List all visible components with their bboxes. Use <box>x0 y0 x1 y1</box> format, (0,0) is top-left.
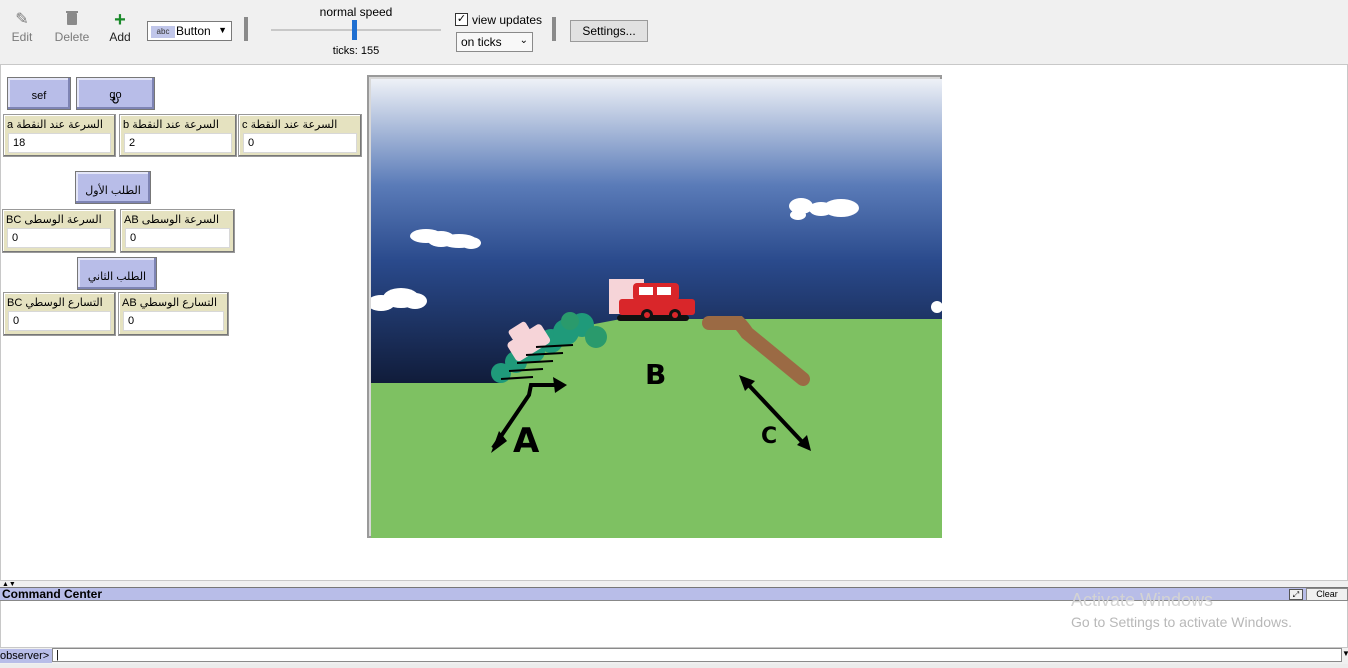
world-canvas: A B C <box>371 79 942 538</box>
monitor-label: c السرعة عند النقطة <box>242 119 338 131</box>
add-button[interactable]: + Add <box>100 10 140 44</box>
pane-splitter[interactable]: ▲▼ <box>0 580 1348 588</box>
history-dropdown-icon[interactable]: ▼ <box>1342 649 1348 658</box>
edit-button[interactable]: ✎ Edit <box>2 10 42 44</box>
monitor-speed-b: b السرعة عند النقطة 2 <box>119 114 237 157</box>
delete-button[interactable]: Delete <box>52 10 92 44</box>
label-a: A <box>513 421 540 461</box>
speed-slider-thumb[interactable] <box>352 20 357 40</box>
watermark-line1: Activate Windows <box>1071 590 1214 610</box>
monitor-value: 18 <box>8 133 111 153</box>
monitor-avg-speed-bc: BC السرعة الوسطى 0 <box>2 209 116 253</box>
toolbar-separator <box>244 17 248 41</box>
monitor-value: 0 <box>8 311 111 331</box>
pencil-icon: ✎ <box>15 11 29 28</box>
monitor-label: AB السرعة الوسطى <box>124 214 220 226</box>
widget-type-value: Button <box>176 24 211 38</box>
monitor-value: 2 <box>124 133 232 153</box>
edit-label: Edit <box>11 30 33 44</box>
monitor-avg-accel-ab: AB التسارع الوسطي 0 <box>118 292 229 336</box>
chevron-down-icon: ⌄ <box>519 35 528 46</box>
dropdown-arrow-icon: ▼ <box>218 25 227 35</box>
plus-icon: + <box>114 9 126 31</box>
monitor-value: 0 <box>123 311 224 331</box>
world-view[interactable]: A B C <box>367 75 942 538</box>
watermark-line2: Go to Settings to activate Windows. <box>1071 614 1292 630</box>
monitor-value: 0 <box>7 228 111 248</box>
command-input-bar: observer> | ▼ <box>0 647 1348 668</box>
label-b: B <box>645 358 666 391</box>
trash-icon <box>52 10 92 30</box>
second-request-label: الطلب الثاني <box>87 271 147 283</box>
button-widget-icon: abc <box>151 26 175 38</box>
first-request-button[interactable]: الطلب الأول <box>75 171 151 204</box>
go-button[interactable]: go ↻ <box>76 77 155 110</box>
monitor-label: BC التسارع الوسطي <box>7 297 103 309</box>
ticks-counter: ticks: 155 <box>332 45 380 57</box>
sef-button-label: sef <box>31 90 47 102</box>
toolbar-separator <box>552 17 556 41</box>
monitor-value: 0 <box>243 133 357 153</box>
sef-button[interactable]: sef <box>7 77 71 110</box>
command-input[interactable]: | <box>52 648 1342 662</box>
toolbar: ✎ Edit Delete + Add abc Button ▼ normal … <box>0 0 1348 65</box>
view-updates-checkbox[interactable]: ✓ <box>455 13 468 26</box>
monitor-avg-accel-bc: BC التسارع الوسطي 0 <box>3 292 116 336</box>
monitor-label: b السرعة عند النقطة <box>123 119 219 131</box>
label-c: C <box>761 424 777 449</box>
delete-label: Delete <box>54 30 90 44</box>
monitor-label: a السرعة عند النقطة <box>7 119 103 131</box>
settings-button[interactable]: Settings... <box>570 20 648 42</box>
forever-icon: ↻ <box>111 96 120 107</box>
add-label: Add <box>109 30 131 44</box>
monitor-speed-c: c السرعة عند النقطة 0 <box>238 114 362 157</box>
command-center-title: Command Center <box>2 587 103 601</box>
monitor-speed-a: a السرعة عند النقطة 18 <box>3 114 116 157</box>
clear-button[interactable]: Clear <box>1306 588 1348 601</box>
agent-type-selector[interactable]: observer> <box>0 649 52 663</box>
monitor-avg-speed-ab: AB السرعة الوسطى 0 <box>120 209 235 253</box>
status-strip <box>0 664 1348 668</box>
view-updates-label: view updates <box>472 13 543 27</box>
monitor-label: AB التسارع الوسطي <box>122 297 218 309</box>
ground <box>371 383 942 538</box>
monitor-label: BC السرعة الوسطى <box>6 214 102 226</box>
second-request-button[interactable]: الطلب الثاني <box>77 257 157 290</box>
update-mode-select[interactable]: on ticks ⌄ <box>456 32 533 52</box>
windows-activation-watermark: Activate Windows Go to Settings to activ… <box>1071 589 1292 631</box>
widget-type-select[interactable]: abc Button ▼ <box>147 21 232 41</box>
monitor-value: 0 <box>125 228 230 248</box>
update-mode-value: on ticks <box>461 35 502 49</box>
first-request-label: الطلب الأول <box>85 185 141 197</box>
speed-label: normal speed <box>319 5 393 19</box>
